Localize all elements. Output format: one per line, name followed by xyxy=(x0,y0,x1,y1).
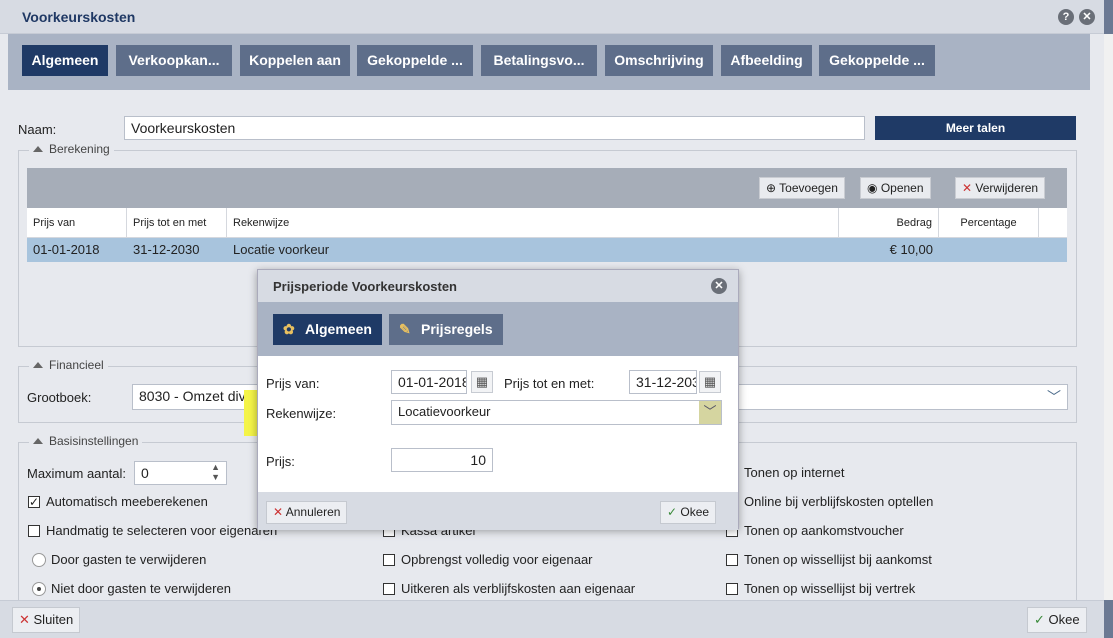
wissel-aankomst-checkbox[interactable] xyxy=(726,554,738,566)
cell-rekenwijze: Locatie voorkeur xyxy=(233,242,330,257)
tab-verkoopkanalen[interactable]: Verkoopkan... xyxy=(116,45,232,76)
prijs-tot-label: Prijs tot en met: xyxy=(504,376,595,391)
x-icon: ✕ xyxy=(19,612,34,627)
check-icon: ✓ xyxy=(667,505,681,519)
close-icon[interactable]: ✕ xyxy=(1079,9,1095,25)
notes-icon: ✎ xyxy=(399,321,411,337)
calendar-icon[interactable]: ▦ xyxy=(471,371,493,393)
chevron-down-icon: ﹀ xyxy=(699,401,721,424)
cell-prijs-van: 01-01-2018 xyxy=(33,242,100,257)
online-label: Online bij verblijfskosten optellen xyxy=(744,494,934,509)
aankomstvoucher-label: Tonen op aankomstvoucher xyxy=(744,523,904,538)
sluiten-button[interactable]: ✕ Sluiten xyxy=(12,607,81,633)
tab-gekoppelde-2[interactable]: Gekoppelde ... xyxy=(819,45,935,76)
dialog-tab-bar: ✿ Algemeen ✎ Prijsregels xyxy=(258,302,738,356)
grootboek-label: Grootboek: xyxy=(27,390,92,405)
wissel-vertrek-label: Tonen op wissellijst bij vertrek xyxy=(744,581,916,596)
dialog-tab-algemeen[interactable]: ✿ Algemeen xyxy=(273,314,382,345)
help-icon[interactable]: ? xyxy=(1058,9,1074,25)
table-row[interactable]: 01-01-2018 31-12-2030 Locatie voorkeur €… xyxy=(27,238,1067,262)
toevoegen-button[interactable]: ⊕ Toevoegen xyxy=(759,177,845,199)
handmatig-checkbox[interactable] xyxy=(28,525,40,537)
door-gasten-label: Door gasten te verwijderen xyxy=(51,552,207,567)
prijs-tot-input[interactable]: 31-12-2030 xyxy=(629,370,697,394)
naam-label: Naam: xyxy=(18,122,57,137)
chevron-down-icon: ﹀ xyxy=(1047,389,1061,405)
x-icon: ✕ xyxy=(962,181,976,195)
grid-toolbar: ⊕ Toevoegen ◉ Openen ✕ Verwijderen xyxy=(27,168,1067,208)
niet-door-gasten-label: Niet door gasten te verwijderen xyxy=(51,581,231,596)
col-prijs-tot[interactable]: Prijs tot en met xyxy=(127,208,227,238)
cell-percentage xyxy=(939,238,1039,262)
window-title: Voorkeurskosten xyxy=(22,9,136,25)
niet-door-gasten-radio[interactable] xyxy=(32,582,46,596)
dialog-footer: ✕ Annuleren ✓ Okee xyxy=(258,492,738,530)
tab-betalingsvoorwaarden[interactable]: Betalingsvo... xyxy=(481,45,597,76)
plus-icon: ⊕ xyxy=(766,181,780,195)
openen-button[interactable]: ◉ Openen xyxy=(860,177,931,199)
cell-prijs-tot: 31-12-2030 xyxy=(133,242,200,257)
meer-talen-button[interactable]: Meer talen xyxy=(875,116,1076,140)
naam-input[interactable]: Voorkeurskosten xyxy=(124,116,865,140)
tab-algemeen[interactable]: Algemeen xyxy=(22,45,108,76)
prijsperiode-dialog: Prijsperiode Voorkeurskosten ✕ ✿ Algemeen… xyxy=(257,269,739,530)
tab-omschrijving[interactable]: Omschrijving xyxy=(605,45,713,76)
check-icon: ✓ xyxy=(1034,612,1049,627)
cell-bedrag: € 10,00 xyxy=(889,242,933,257)
basis-legend[interactable]: Basisinstellingen xyxy=(29,434,143,448)
wissel-vertrek-checkbox[interactable] xyxy=(726,583,738,595)
calendar-icon[interactable]: ▦ xyxy=(699,371,721,393)
tab-bar: Algemeen Verkoopkan... Koppelen aan Geko… xyxy=(8,34,1090,90)
annuleren-button[interactable]: ✕ Annuleren xyxy=(266,501,348,524)
wissel-aankomst-label: Tonen op wissellijst bij aankomst xyxy=(744,552,932,567)
bottom-bar: ✕ Sluiten ✓ Okee xyxy=(0,600,1104,638)
col-percentage[interactable]: Percentage xyxy=(939,208,1039,238)
berekening-legend[interactable]: Berekening xyxy=(29,142,114,156)
prijs-van-input[interactable]: 01-01-2018 xyxy=(391,370,467,394)
rekenwijze-select[interactable]: Locatievoorkeur ﹀ xyxy=(391,400,722,425)
uitkeren-label: Uitkeren als verblijfskosten aan eigenaa… xyxy=(401,581,636,596)
dialog-title-bar: Prijsperiode Voorkeurskosten ✕ xyxy=(258,270,738,302)
door-gasten-radio[interactable] xyxy=(32,553,46,567)
handmatig-label: Handmatig te selecteren voor eigenaren xyxy=(46,523,278,538)
x-icon: ✕ xyxy=(273,505,286,519)
financieel-legend[interactable]: Financieel xyxy=(29,358,108,372)
verwijderen-button[interactable]: ✕ Verwijderen xyxy=(955,177,1046,199)
col-prijs-van[interactable]: Prijs van xyxy=(27,208,127,238)
rekenwijze-label: Rekenwijze: xyxy=(266,406,337,421)
max-aantal-stepper[interactable]: 0 ▲ ▼ xyxy=(134,461,227,485)
max-aantal-label: Maximum aantal: xyxy=(27,466,126,481)
okee-button[interactable]: ✓ Okee xyxy=(1027,607,1087,633)
col-rekenwijze[interactable]: Rekenwijze xyxy=(227,208,839,238)
auto-label: Automatisch meeberekenen xyxy=(46,494,208,509)
title-bar: Voorkeurskosten ? ✕ xyxy=(0,0,1104,34)
grid-header: Prijs van Prijs tot en met Rekenwijze Be… xyxy=(27,208,1067,238)
opbrengst-label: Opbrengst volledig voor eigenaar xyxy=(401,552,593,567)
tab-gekoppelde-1[interactable]: Gekoppelde ... xyxy=(357,45,473,76)
opbrengst-checkbox[interactable] xyxy=(383,554,395,566)
tab-koppelen-aan[interactable]: Koppelen aan xyxy=(240,45,350,76)
dialog-okee-button[interactable]: ✓ Okee xyxy=(660,501,717,524)
prijs-label: Prijs: xyxy=(266,454,295,469)
dialog-close-icon[interactable]: ✕ xyxy=(711,278,727,294)
stepper-arrows-icon: ▲ ▼ xyxy=(211,462,220,482)
scrollbar[interactable] xyxy=(1104,34,1113,600)
gear-icon: ✿ xyxy=(283,321,295,337)
dialog-tab-prijsregels[interactable]: ✎ Prijsregels xyxy=(389,314,503,345)
uitkeren-checkbox[interactable] xyxy=(383,583,395,595)
tab-afbeelding[interactable]: Afbeelding xyxy=(721,45,812,76)
eye-icon: ◉ xyxy=(867,181,881,195)
internet-label: Tonen op internet xyxy=(744,465,845,480)
auto-checkbox[interactable]: ✓ xyxy=(28,496,40,508)
col-bedrag[interactable]: Bedrag xyxy=(839,208,939,238)
dialog-title: Prijsperiode Voorkeurskosten xyxy=(273,279,457,294)
prijs-input[interactable]: 10 xyxy=(391,448,493,472)
prijs-van-label: Prijs van: xyxy=(266,376,320,391)
